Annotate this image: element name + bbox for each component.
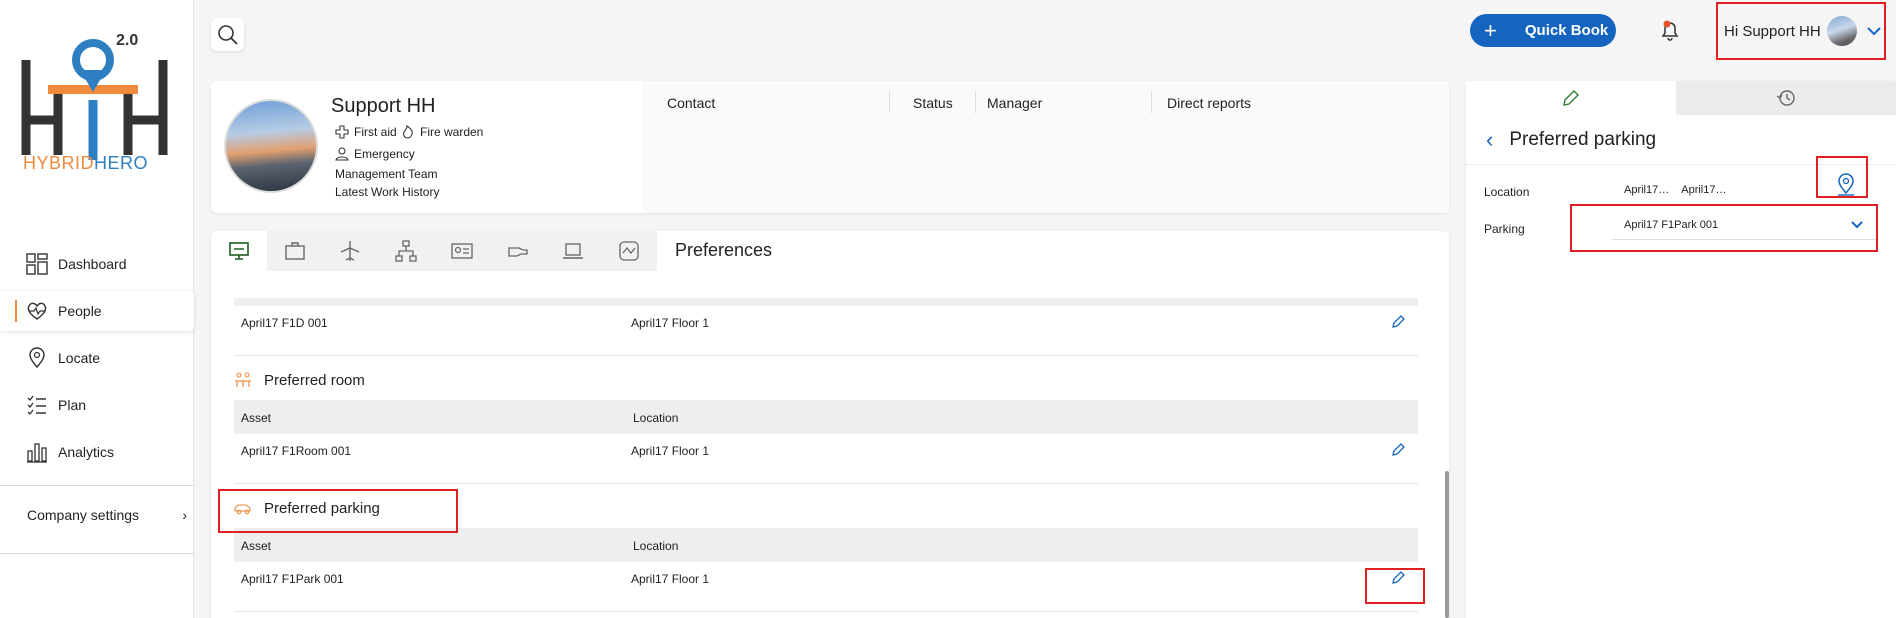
checklist-icon [27, 395, 46, 415]
tab-activity[interactable] [601, 231, 657, 271]
tab-edit[interactable] [1466, 81, 1676, 115]
parking-table-header: Asset Location [234, 528, 1418, 562]
preferred-room-heading: Preferred room [234, 371, 365, 389]
tab-work[interactable] [267, 231, 323, 271]
tab-org-chart[interactable] [378, 231, 434, 271]
logo-version: 2.0 [116, 32, 138, 49]
preferences-card: Preferences April17 F1D 001 April17 Floo… [211, 231, 1449, 618]
user-greeting: Hi Support HH [1724, 22, 1821, 40]
sidebar-item-label: People [58, 303, 102, 319]
first-aid-tag: First aid [335, 125, 397, 139]
notification-bell-icon[interactable] [1658, 18, 1682, 42]
dashboard-icon [26, 253, 48, 275]
briefcase-icon [284, 242, 305, 260]
sidebar: 2.0 HYBRIDHERO Dashboard People Locate P… [0, 0, 194, 618]
manager-column: Manager [987, 95, 1043, 111]
company-settings-item[interactable]: Company settings › [27, 507, 187, 523]
highlight-box [1365, 568, 1425, 604]
fire-warden-tag: Fire warden [401, 125, 483, 139]
sidebar-item-label: Analytics [58, 444, 115, 460]
parking-label: Parking [1484, 222, 1525, 236]
table-row: April17 F1Park 001 April17 Floor 1 [234, 562, 1418, 596]
profile-avatar[interactable] [224, 99, 318, 193]
avatar [1826, 16, 1857, 46]
id-card-icon [451, 243, 473, 259]
profile-team: Management Team [335, 167, 438, 181]
sidebar-nav: Dashboard People Locate Plan Analytics [0, 244, 194, 479]
flame-icon [403, 125, 413, 139]
activity-graph-icon [619, 241, 639, 261]
sidebar-item-plan[interactable]: Plan [0, 385, 194, 425]
panel-title: Preferred parking [1509, 128, 1657, 150]
edit-pencil-icon[interactable] [1390, 442, 1406, 458]
profile-card: Support HH First aid Fire warden Emergen… [211, 81, 1449, 213]
sidebar-divider [0, 553, 194, 554]
latest-work-history-link[interactable]: Latest Work History [335, 185, 439, 199]
scrollbar[interactable] [1445, 471, 1449, 618]
chevron-down-icon [1866, 27, 1881, 36]
profile-name: Support HH [331, 95, 436, 117]
tab-devices[interactable] [546, 231, 602, 271]
highlight-box [218, 489, 458, 533]
location-pin-icon [29, 347, 45, 369]
highlight-box [1816, 156, 1868, 198]
location-field[interactable]: April17… April17… [1612, 175, 1814, 205]
people-heart-icon [27, 302, 47, 320]
plus-icon: + [1484, 17, 1497, 43]
sidebar-item-label: Locate [58, 350, 101, 366]
user-menu[interactable]: Hi Support HH [1716, 2, 1886, 60]
airplane-icon [341, 241, 360, 261]
sidebar-divider [0, 485, 194, 486]
tab-travel[interactable] [323, 231, 379, 271]
sidebar-item-analytics[interactable]: Analytics [0, 432, 194, 472]
chevron-right-icon: › [182, 507, 187, 523]
bar-chart-icon [27, 443, 47, 463]
edit-pencil-icon[interactable] [1390, 314, 1406, 330]
tab-id-card[interactable] [434, 231, 490, 271]
org-chart-icon [395, 240, 417, 262]
profile-tabs [211, 231, 657, 271]
history-clock-icon [1776, 90, 1795, 106]
hand-icon [507, 247, 528, 257]
emergency-tag: Emergency [335, 147, 415, 161]
direct-reports-column: Direct reports [1167, 95, 1252, 111]
person-icon [335, 147, 349, 161]
profile-columns: Contact Status Manager Direct reports [643, 81, 1449, 213]
quick-book-button[interactable]: + Quick Book [1470, 14, 1616, 47]
location-label: Location [1484, 185, 1530, 199]
quick-book-label: Quick Book [1524, 22, 1609, 39]
tab-preferences[interactable] [211, 231, 267, 271]
company-settings-label: Company settings [27, 507, 140, 523]
logo-text: HYBRIDHERO [23, 153, 149, 173]
sidebar-item-label: Dashboard [58, 256, 127, 272]
sidebar-item-dashboard[interactable]: Dashboard [0, 244, 194, 284]
pencil-icon [1563, 90, 1579, 106]
tab-handshake[interactable] [490, 231, 546, 271]
laptop-icon [563, 243, 584, 259]
table-row: April17 F1Room 001 April17 Floor 1 [234, 434, 1418, 468]
first-aid-icon [335, 125, 349, 139]
preferences-title: Preferences [675, 240, 773, 260]
desk-monitor-icon [229, 242, 249, 260]
contact-column: Contact [667, 95, 716, 111]
search-button[interactable] [211, 18, 244, 51]
status-column: Status [913, 95, 953, 111]
sidebar-item-people[interactable]: People [0, 291, 194, 331]
search-icon [217, 24, 238, 45]
sidebar-item-locate[interactable]: Locate [0, 338, 194, 378]
sidebar-item-label: Plan [58, 397, 87, 413]
back-chevron-icon[interactable]: ‹ [1486, 127, 1493, 153]
meeting-room-icon [235, 372, 251, 387]
highlight-box [1570, 204, 1878, 252]
table-row: April17 F1D 001 April17 Floor 1 [234, 306, 1418, 340]
room-table-header: Asset Location [234, 400, 1418, 434]
tab-history[interactable] [1676, 81, 1896, 115]
